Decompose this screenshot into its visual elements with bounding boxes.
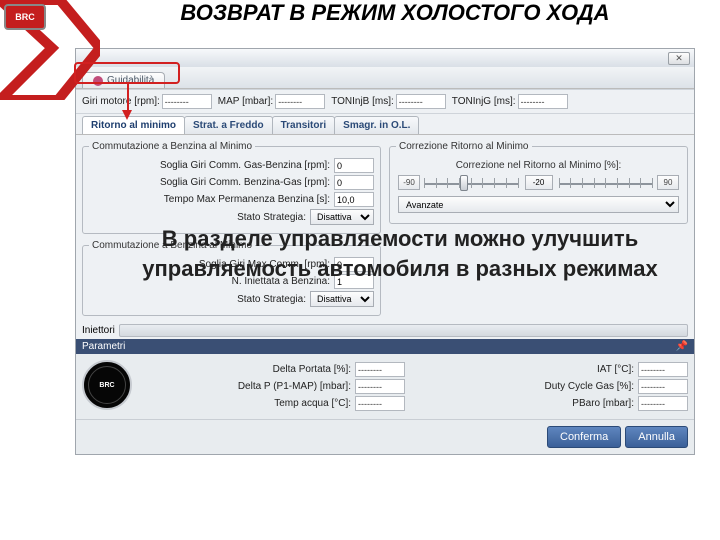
p5-value[interactable]: [638, 379, 688, 394]
subtab-freddo[interactable]: Strat. a Freddo: [184, 116, 273, 134]
iniettori-row: Iniettori: [76, 322, 694, 339]
header-readouts: Giri motore [rpm]: MAP [mbar]: TONInjB […: [76, 89, 694, 114]
footer: Conferma Annulla: [76, 419, 694, 454]
box-correzione: Correzione Ritorno al Minimo Correzione …: [389, 141, 688, 224]
slider-row: -90 -20 90: [398, 175, 679, 190]
subtab-transitori[interactable]: Transitori: [272, 116, 336, 134]
box3-legend: Correzione Ritorno al Minimo: [396, 141, 532, 152]
param-body: BRC Delta Portata [%]: Delta P (P1-MAP) …: [76, 354, 694, 419]
map-label: MAP [mbar]:: [218, 96, 273, 107]
titlebar-close[interactable]: ✕: [668, 52, 690, 65]
p6-value[interactable]: [638, 396, 688, 411]
gauge-icon: BRC: [82, 360, 132, 410]
slider-value: -20: [525, 175, 553, 190]
confirm-button[interactable]: Conferma: [547, 426, 621, 448]
slider-track-2[interactable]: [559, 176, 654, 190]
p6-label: PBaro [mbar]:: [425, 398, 634, 409]
titlebar: ✕: [76, 49, 694, 67]
p4-value[interactable]: [638, 362, 688, 377]
p3-value[interactable]: [355, 396, 405, 411]
p2-value[interactable]: [355, 379, 405, 394]
slider-min-btn[interactable]: -90: [398, 175, 420, 190]
p5-label: Duty Cycle Gas [%]:: [425, 381, 634, 392]
advanced-select[interactable]: Avanzate: [398, 196, 679, 213]
overlay-caption: В разделе управляемости можно улучшить у…: [110, 224, 690, 283]
p3-label: Temp acqua [°C]:: [142, 398, 351, 409]
b1r3-input[interactable]: [334, 192, 374, 207]
param-pin-icon[interactable]: 📌: [676, 341, 688, 352]
iniettori-label: Iniettori: [82, 325, 115, 336]
tonb-label: TONInjB [ms]:: [331, 96, 394, 107]
tab-label: Guidabilità: [107, 75, 154, 86]
slider-max-btn[interactable]: 90: [657, 175, 679, 190]
giri-value[interactable]: [162, 94, 212, 109]
main-tab-strip: Guidabilità: [76, 67, 694, 89]
slider-track[interactable]: [424, 176, 519, 190]
brc-logo: BRC: [4, 4, 46, 30]
b1r2-label: Soglia Giri Comm. Benzina-Gas [rpm]:: [89, 177, 330, 188]
map-value[interactable]: [275, 94, 325, 109]
iniettori-bar[interactable]: [119, 324, 688, 337]
param-title: Parametri: [82, 341, 125, 352]
b1r4-label: Stato Strategia:: [89, 212, 306, 223]
b1r3-label: Tempo Max Permanenza Benzina [s]:: [89, 194, 330, 205]
tong-label: TONInjG [ms]:: [452, 96, 516, 107]
b1r4-select[interactable]: Disattiva: [310, 209, 374, 225]
b2r3-label: Stato Strategia:: [89, 294, 306, 305]
p1-label: Delta Portata [%]:: [142, 364, 351, 375]
box1-legend: Commutazione a Benzina al Minimo: [89, 141, 255, 152]
slider-label: Correzione nel Ritorno al Minimo [%]:: [398, 160, 679, 171]
b2r3-select[interactable]: Disattiva: [310, 291, 374, 307]
box-commut-1: Commutazione a Benzina al Minimo Soglia …: [82, 141, 381, 234]
b1r1-input[interactable]: [334, 158, 374, 173]
param-titlebar: Parametri 📌: [76, 339, 694, 354]
subtab-ritorno[interactable]: Ritorno al minimo: [82, 116, 185, 134]
p4-label: IAT [°C]:: [425, 364, 634, 375]
b1r2-input[interactable]: [334, 175, 374, 190]
p1-value[interactable]: [355, 362, 405, 377]
callout-arrow: [122, 110, 132, 120]
cancel-button[interactable]: Annulla: [625, 426, 688, 448]
b1r1-label: Soglia Giri Comm. Gas-Benzina [rpm]:: [89, 160, 330, 171]
tonb-value[interactable]: [396, 94, 446, 109]
subtab-smagr[interactable]: Smagr. in O.L.: [334, 116, 419, 134]
p2-label: Delta P (P1-MAP) [mbar]:: [142, 381, 351, 392]
sub-tab-strip: Ritorno al minimo Strat. a Freddo Transi…: [76, 114, 694, 135]
slider-thumb[interactable]: [460, 175, 468, 191]
tong-value[interactable]: [518, 94, 568, 109]
slide-title: ВОЗВРАТ В РЕЖИМ ХОЛОСТОГО ХОДА: [100, 0, 690, 26]
